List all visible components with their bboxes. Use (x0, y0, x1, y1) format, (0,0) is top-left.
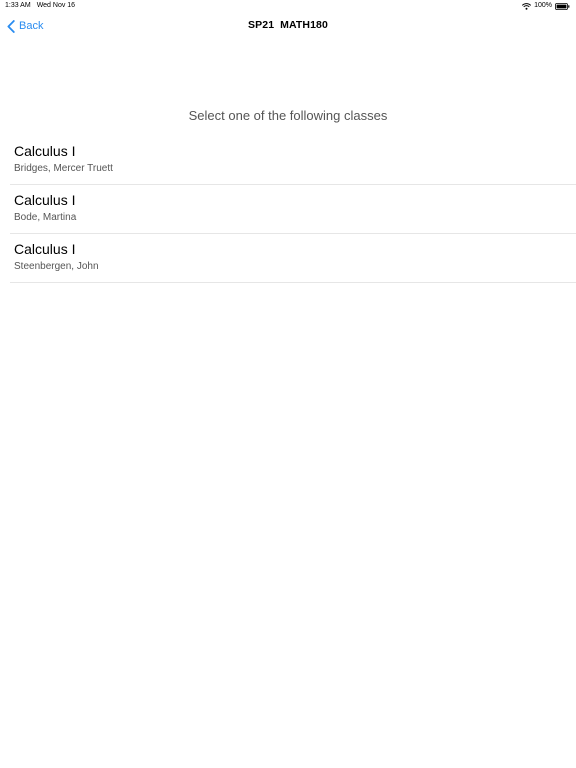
battery-percent: 100% (534, 2, 552, 9)
class-selection-prompt: Select one of the following classes (188, 108, 388, 123)
class-list-item[interactable]: Calculus I Bode, Martina (0, 185, 576, 234)
status-time: 1:33 AM (5, 2, 31, 9)
page-title: SP21 MATH180 (248, 19, 328, 31)
navigation-bar: Back SP21 MATH180 (0, 12, 576, 40)
battery-icon (555, 2, 570, 10)
class-instructor: Bode, Martina (14, 212, 77, 223)
class-instructor: Steenbergen, John (14, 261, 99, 272)
class-name: Calculus I (14, 143, 76, 159)
class-list-item[interactable]: Calculus I Steenbergen, John (0, 234, 576, 283)
app-screen: 1:33 AM Wed Nov 16 100% Back SP21 MATH18… (0, 0, 576, 768)
class-name: Calculus I (14, 241, 76, 257)
class-list: Calculus I Bridges, Mercer Truett Calcul… (0, 136, 576, 283)
class-name: Calculus I (14, 192, 76, 208)
status-bar: 1:33 AM Wed Nov 16 100% (0, 0, 576, 12)
wifi-icon (522, 2, 532, 10)
status-left: 1:33 AM Wed Nov 16 (5, 0, 75, 12)
status-right: 100% (522, 0, 570, 12)
class-list-item[interactable]: Calculus I Bridges, Mercer Truett (0, 136, 576, 185)
status-date: Wed Nov 16 (36, 2, 76, 9)
class-instructor: Bridges, Mercer Truett (14, 163, 113, 174)
